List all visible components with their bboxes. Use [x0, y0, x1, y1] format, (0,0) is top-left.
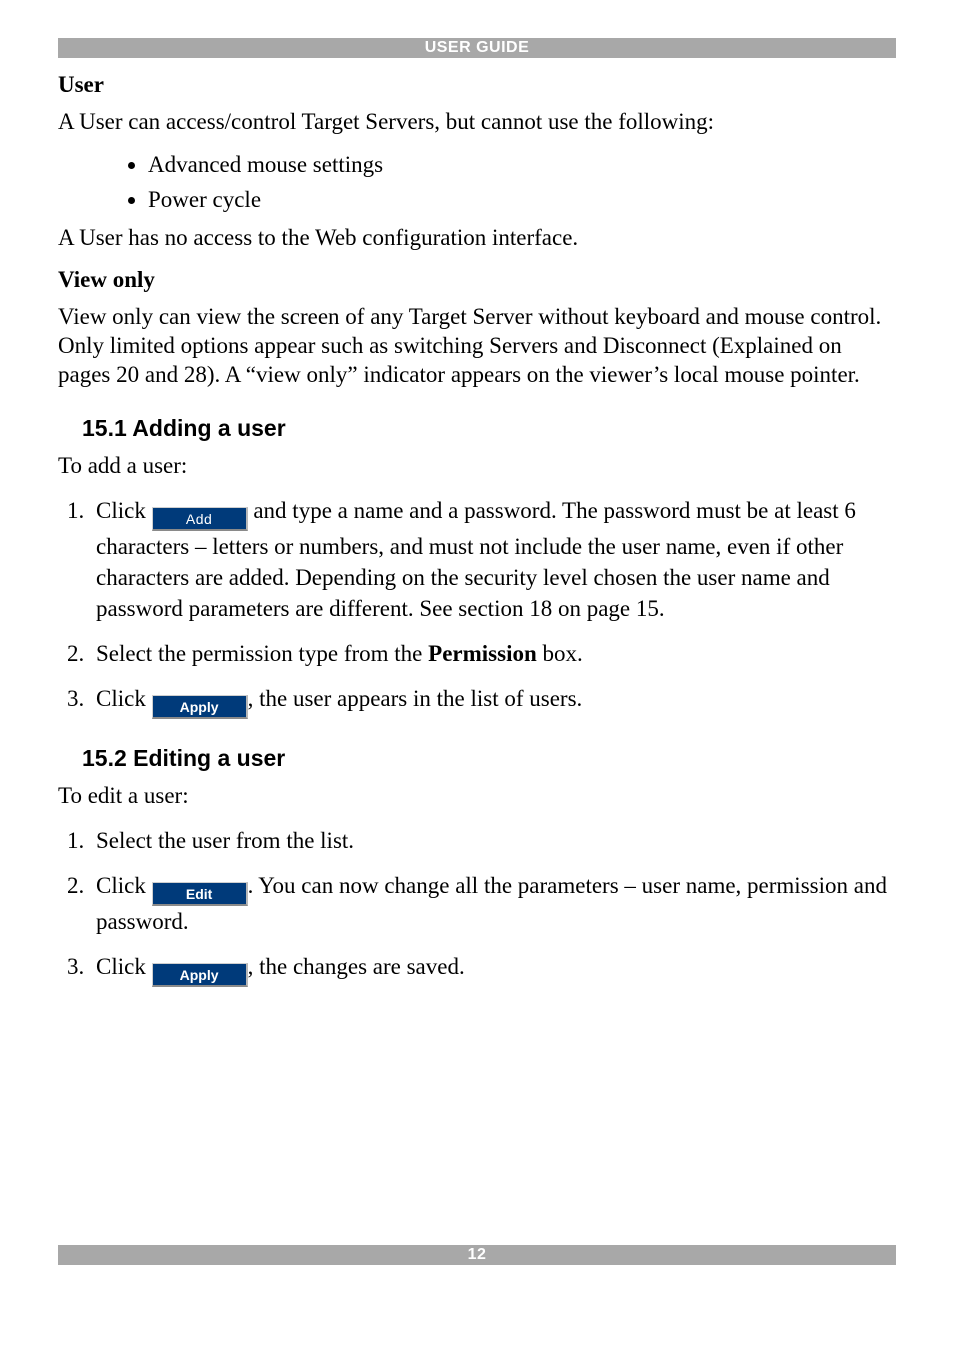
list-item: Power cycle [148, 186, 896, 215]
add-button[interactable]: Add [152, 507, 248, 531]
step-text: Click [96, 686, 152, 711]
footer-page-number-bar: 12 [58, 1245, 896, 1265]
step-text: Click [96, 954, 152, 979]
footer: 12 [58, 1245, 896, 1265]
step-text: Click [96, 873, 152, 898]
apply-button[interactable]: Apply [152, 963, 248, 987]
permission-label: Permission [428, 641, 537, 666]
adding-intro: To add a user: [58, 452, 896, 481]
list-item: Select the permission type from the Perm… [90, 638, 896, 669]
user-closing: A User has no access to the Web configur… [58, 224, 896, 253]
list-item: Click Apply, the changes are saved. [90, 951, 896, 987]
header-title-bar: USER GUIDE [58, 38, 896, 58]
step-text: Select the permission type from the [96, 641, 428, 666]
header-title: USER GUIDE [425, 39, 530, 56]
heading-view-only: View only [58, 267, 896, 293]
view-only-paragraph: View only can view the screen of any Tar… [58, 303, 896, 389]
adding-steps-list: Click Add and type a name and a password… [58, 495, 896, 719]
list-item: Advanced mouse settings [148, 151, 896, 180]
heading-user: User [58, 72, 896, 98]
editing-steps-list: Select the user from the list. Click Edi… [58, 825, 896, 987]
heading-adding-user: 15.1 Adding a user [82, 415, 896, 442]
step-text: , the changes are saved. [248, 954, 465, 979]
step-text: box. [537, 641, 583, 666]
editing-intro: To edit a user: [58, 782, 896, 811]
heading-editing-user: 15.2 Editing a user [82, 745, 896, 772]
list-item: Click Add and type a name and a password… [90, 495, 896, 624]
list-item: Select the user from the list. [90, 825, 896, 856]
document-page: USER GUIDE User A User can access/contro… [0, 0, 954, 1041]
step-text: , the user appears in the list of users. [248, 686, 583, 711]
list-item: Click Apply, the user appears in the lis… [90, 683, 896, 719]
step-text: Click [96, 498, 152, 523]
list-item: Click Edit. You can now change all the p… [90, 870, 896, 937]
user-bullet-list: Advanced mouse settings Power cycle [58, 151, 896, 215]
edit-button[interactable]: Edit [152, 882, 248, 906]
page-number: 12 [468, 1246, 487, 1263]
user-intro: A User can access/control Target Servers… [58, 108, 896, 137]
apply-button[interactable]: Apply [152, 695, 248, 719]
